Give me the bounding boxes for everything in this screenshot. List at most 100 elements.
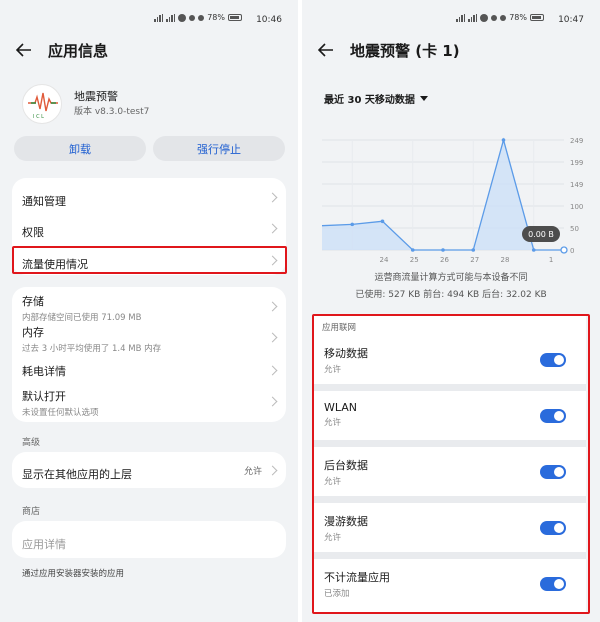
title-bar: 地震预警 (卡 1) [316,38,460,62]
item-label: 通知管理 [22,195,66,208]
vpn-icon [178,13,187,22]
back-arrow-icon[interactable] [14,40,34,60]
status-bar: 78% 10:46 [0,10,298,30]
install-source-note: 通过应用安装器安装的应用 [22,569,125,579]
app-networking-card: 应用联网 移动数据 允许 WLAN 允许 后台数据 允许 漫游数据 允许 不计流… [314,316,586,612]
data-point [441,248,445,252]
usage-chart-svg: 249 199 149 100 50 0 24 25 26 27 28 1 0.00 B [321,137,583,264]
chevron-right-icon [267,465,278,476]
section-separator [314,552,586,559]
nfc-icon [189,14,196,21]
carrier-note: 运营商流量计算方式可能与本设备不同 [374,273,528,283]
chevron-right-icon [267,192,278,203]
toggle-sub: 已添加 [324,589,350,599]
uninstall-button[interactable]: 卸载 [14,136,146,161]
y-tick-label: 199 [570,159,583,167]
mobile-data-item: 移动数据 允许 [324,345,576,377]
store-header: 商店 [22,507,41,517]
app-name: 地震预警 [74,90,118,103]
status-icons: 78% [456,13,544,22]
roaming-data-toggle[interactable] [540,521,566,535]
app-details-item[interactable]: 应用详情 [22,533,276,552]
bluetooth-icon [198,14,205,21]
data-usage-item[interactable]: 流量使用情况 [22,253,278,272]
memory-sub: 过去 3 小时平均使用了 1.4 MB 内存 [22,344,162,354]
memory-item[interactable]: 内存 过去 3 小时平均使用了 1.4 MB 内存 [22,324,278,354]
x-tick-label: 25 [410,256,419,264]
toggle-label: 漫游数据 [324,515,368,528]
y-tick-label: 149 [570,181,583,189]
default-open-sub: 未设置任何默认选项 [22,408,99,418]
storage-item[interactable]: 存储 内部存储空间已使用 71.09 MB [22,293,278,323]
storage-sub: 内部存储空间已使用 71.09 MB [22,313,142,323]
status-bar: 78% 10:47 [302,10,600,30]
background-data-item: 后台数据 允许 [324,457,576,489]
y-tick-label: 0 [570,247,574,255]
overlay-card: 显示在其他应用的上层 允许 [12,452,286,488]
networking-header: 应用联网 [322,323,357,333]
display-over-apps-item[interactable]: 显示在其他应用的上层 允许 [22,463,278,482]
usage-chart: 249 199 149 100 50 0 24 25 26 27 28 1 0.00 B [302,120,600,270]
wlan-item: WLAN 允许 [324,401,576,433]
title-bar: 应用信息 [14,38,108,62]
data-point [350,222,355,227]
store-card: 应用详情 [12,521,286,558]
y-tick-label: 100 [570,203,583,211]
back-arrow-icon[interactable] [316,40,336,60]
signal-icon [166,13,176,22]
battery-icon [228,14,242,21]
item-label: 流量使用情况 [22,258,88,271]
selected-point [560,246,568,254]
data-point [501,138,506,142]
x-tick-label: 26 [440,256,449,264]
clock: 10:46 [256,15,282,25]
toggle-label: WLAN [324,401,358,414]
wlan-toggle[interactable] [540,409,566,423]
storage-label: 存储 [22,295,44,308]
status-icons: 78% [154,13,242,22]
app-settings-card: 通知管理 权限 流量使用情况 [12,178,286,275]
x-tick-label: 24 [380,256,389,264]
y-tick-label: 249 [570,137,583,145]
force-stop-button[interactable]: 强行停止 [153,136,285,161]
signal-icon [154,13,164,22]
default-open-label: 默认打开 [22,390,66,403]
unmetered-apps-item: 不计流量应用 已添加 [324,569,576,601]
toggle-sub: 允许 [324,533,342,543]
mobile-data-toggle[interactable] [540,353,566,367]
notification-management-item[interactable]: 通知管理 [22,190,278,209]
tooltip-text: 0.00 B [528,230,554,239]
section-separator [314,440,586,447]
battery-usage-item[interactable]: 耗电详情 [22,363,278,379]
unmetered-apps-toggle[interactable] [540,577,566,591]
data-point [410,248,415,252]
battery-percent: 78% [207,13,225,22]
svg-text:I C L: I C L [33,114,44,120]
toggle-sub: 允许 [324,365,342,375]
dropdown-triangle-icon [419,96,428,101]
chevron-right-icon [267,223,278,234]
usage-summary: 已使用: 527 KB 前台: 494 KB 后台: 32.02 KB [355,290,547,300]
battery-icon [530,14,544,21]
toggle-sub: 允许 [324,477,342,487]
default-open-item[interactable]: 默认打开 未设置任何默认选项 [22,388,278,418]
period-selector[interactable]: 最近 30 天移动数据 [324,91,428,106]
data-usage-screen: 78% 10:47 地震预警 (卡 1) 最近 30 天移动数据 249 199 1… [302,0,600,622]
data-point [380,219,385,224]
x-tick-label: 27 [470,256,479,264]
period-label: 最近 30 天移动数据 [324,95,415,106]
vpn-icon [480,13,489,22]
app-version: 版本 v8.3.0-test7 [74,107,150,117]
toggle-label: 后台数据 [324,459,368,472]
item-label: 权限 [22,226,44,239]
x-tick-label: 1 [549,256,553,264]
signal-icon [456,13,466,22]
bluetooth-icon [500,14,507,21]
chevron-right-icon [267,255,278,266]
background-data-toggle[interactable] [540,465,566,479]
advanced-header: 高级 [22,438,41,448]
nfc-icon [491,14,498,21]
permissions-item[interactable]: 权限 [22,221,278,240]
app-info-screen: 78% 10:46 应用信息 I C L 地震预警 版本 v8.3.0-test… [0,0,298,622]
page-title: 应用信息 [48,41,109,60]
